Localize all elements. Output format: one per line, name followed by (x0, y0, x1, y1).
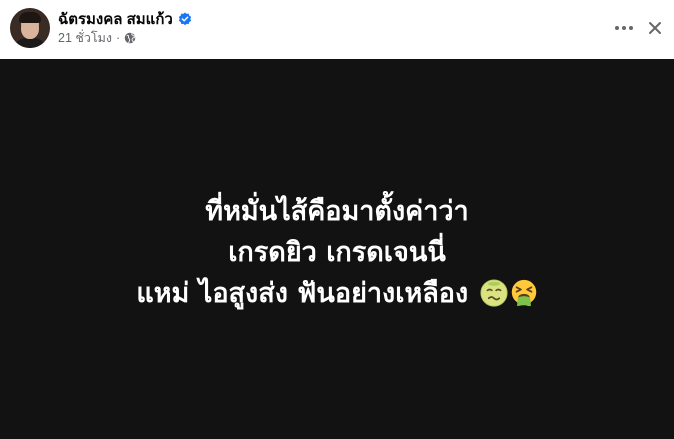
more-options-button[interactable] (608, 14, 640, 42)
post-text-line-3: แหม่ ไอสูงส่ง ฟันอย่างเหลือง (0, 273, 674, 314)
close-icon (649, 22, 661, 34)
post-header: ฉัตรมงคล สมแก้ว 21 ชั่วโมง · (0, 0, 674, 59)
author-row: ฉัตรมงคล สมแก้ว (58, 9, 192, 29)
post-text-line-1: ที่หมั่นไส้คือมาตั้งค่าว่า (205, 196, 469, 227)
post-text: ที่หมั่นไส้คือมาตั้งค่าว่า เกรดยิว เกรดเ… (0, 191, 674, 314)
meta-separator: · (115, 31, 121, 45)
post-text-line-3-text: แหม่ ไอสูงส่ง ฟันอย่างเหลือง (136, 278, 469, 309)
vomiting-face-emoji (511, 279, 536, 307)
author-avatar[interactable] (10, 8, 50, 48)
globe-icon[interactable] (124, 32, 136, 44)
post-text-background[interactable]: ที่หมั่นไส้คือมาตั้งค่าว่า เกรดยิว เกรดเ… (0, 59, 674, 439)
post-text-line-2: เกรดยิว เกรดเจนนี่ (228, 237, 446, 268)
close-button[interactable] (641, 14, 669, 42)
nauseated-face-emoji (480, 279, 508, 307)
verified-badge-icon (178, 12, 191, 26)
post-timestamp[interactable]: 21 ชั่วโมง (58, 28, 112, 48)
more-options-icon (615, 26, 619, 30)
post-meta: 21 ชั่วโมง · (58, 30, 136, 46)
